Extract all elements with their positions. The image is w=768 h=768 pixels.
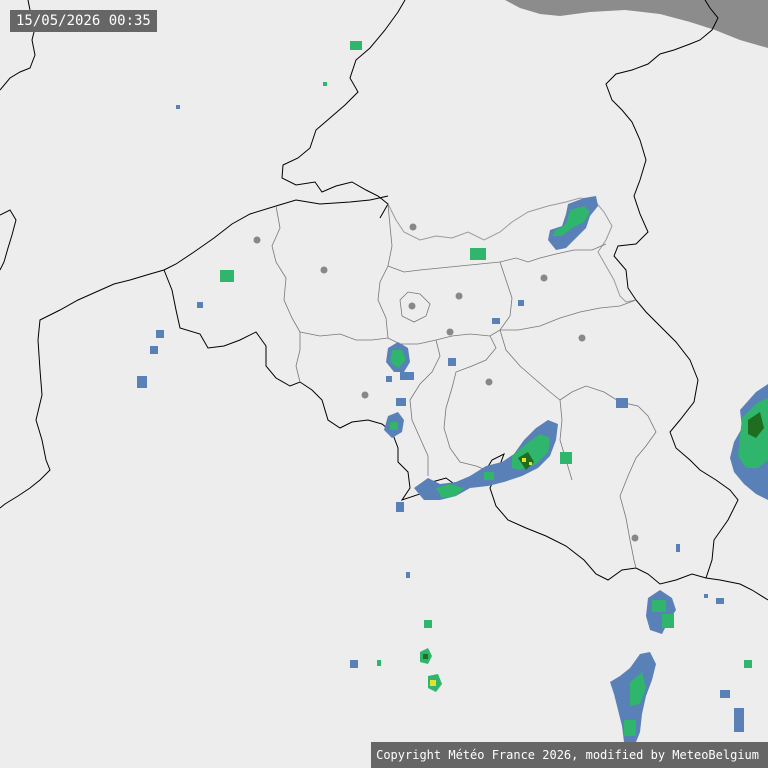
precipitation-echoes [137, 41, 768, 742]
netherlands-south-border [387, 197, 637, 303]
belgian-coast [0, 195, 389, 509]
coastline-west-small [0, 209, 17, 271]
coastline-north [281, 0, 406, 219]
belgium-border-east [605, 0, 739, 579]
radar-map: 15/05/2026 00:35 Copyright Météo France … [0, 0, 768, 768]
timestamp-label: 15/05/2026 00:35 [10, 10, 157, 32]
map-graphics [0, 0, 768, 742]
copyright-label: Copyright Météo France 2026, modified by… [371, 742, 768, 768]
province-boundaries [271, 203, 657, 569]
sea-area [505, 0, 768, 48]
